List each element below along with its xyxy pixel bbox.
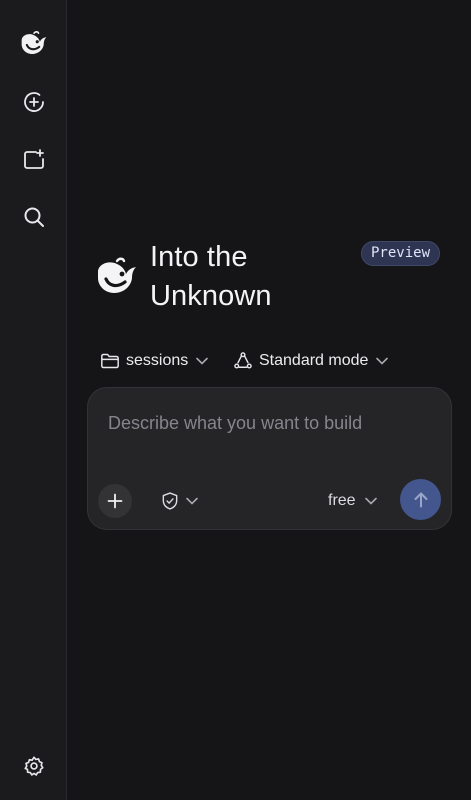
chevron-down-icon	[196, 357, 209, 365]
whale-logo-icon	[98, 257, 136, 293]
hero: Into the Unknown Preview	[95, 238, 455, 318]
title-line-1: Into the	[150, 241, 248, 273]
send-button[interactable]	[400, 479, 441, 520]
arrow-up-icon	[414, 492, 427, 507]
plus-icon	[107, 493, 123, 509]
folder-select[interactable]: sessions	[100, 349, 209, 373]
chevron-down-icon	[186, 497, 198, 505]
new-chat-button[interactable]	[14, 82, 54, 122]
mode-select[interactable]: Standard mode	[233, 349, 389, 373]
prompt-composer: free	[87, 387, 452, 530]
search-button[interactable]	[14, 197, 54, 237]
prompt-input[interactable]	[108, 408, 428, 438]
page-title: Into the Unknown	[150, 238, 350, 316]
new-project-icon	[24, 149, 44, 169]
app-window: Into the Unknown Preview sessions Standa…	[0, 0, 471, 800]
search-icon	[24, 207, 44, 227]
permissions-select[interactable]	[160, 490, 198, 512]
title-line-2: Unknown	[150, 280, 272, 312]
preview-badge: Preview	[361, 241, 441, 266]
model-label: free	[328, 492, 356, 509]
new-project-button[interactable]	[14, 140, 54, 180]
mode-cycle-icon	[234, 352, 252, 369]
model-select[interactable]: free	[328, 489, 377, 513]
folder-label: sessions	[126, 352, 189, 369]
chevron-down-icon	[376, 357, 389, 365]
shield-check-icon	[162, 492, 178, 510]
home-logo-button[interactable]	[14, 23, 54, 63]
mode-label: Standard mode	[259, 352, 369, 369]
add-attachment-button[interactable]	[98, 484, 132, 518]
folder-icon	[101, 353, 119, 369]
gear-icon	[24, 756, 44, 776]
settings-button[interactable]	[14, 746, 54, 786]
chevron-down-icon	[364, 497, 377, 505]
new-chat-icon	[24, 92, 44, 112]
whale-logo-icon	[21, 31, 47, 55]
sidebar	[0, 0, 67, 800]
